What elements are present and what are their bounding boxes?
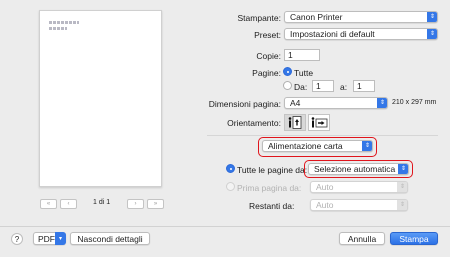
paper-size-label: Dimensioni pagina:	[208, 99, 281, 109]
pages-to-value: 1	[357, 81, 362, 91]
previous-page-button[interactable]: ‹	[60, 199, 77, 209]
help-icon: ?	[14, 234, 20, 244]
pages-label: Pagine:	[252, 68, 281, 78]
pdf-menu-button[interactable]: PDF ▾	[33, 232, 66, 245]
pages-from-label: Da:	[294, 82, 308, 92]
next-page-button[interactable]: ›	[127, 199, 144, 209]
preview-text-line	[49, 27, 67, 30]
landscape-orientation-icon	[311, 117, 328, 128]
orientation-label: Orientamento:	[227, 118, 281, 128]
remaining-from-value: Auto	[316, 200, 334, 210]
last-page-button[interactable]: »	[147, 199, 164, 209]
page-preview	[39, 10, 162, 187]
pages-to-field[interactable]: 1	[353, 80, 375, 92]
copies-label: Copie:	[256, 51, 281, 61]
all-pages-from-label: Tutte le pagine da:	[237, 165, 308, 175]
printer-value: Canon Printer	[290, 12, 343, 22]
section-select[interactable]: Alimentazione carta ⇕	[262, 140, 373, 152]
copies-value: 1	[288, 50, 293, 60]
first-page-from-radio[interactable]	[226, 182, 235, 191]
chevrons-updown-icon: ⇕	[398, 164, 408, 174]
footer-divider	[0, 226, 450, 227]
portrait-orientation-button[interactable]	[284, 114, 306, 131]
all-pages-from-value: Selezione automatica	[314, 164, 396, 174]
paper-size-value: A4	[290, 98, 301, 108]
preview-text-line	[49, 21, 79, 24]
pages-from-value: 1	[316, 81, 321, 91]
section-divider	[207, 135, 438, 136]
pages-all-radio[interactable]	[283, 67, 292, 76]
chevrons-updown-icon: ⇕	[377, 98, 387, 108]
chevrons-updown-icon: ⇕	[397, 200, 407, 210]
remaining-from-label: Restanti da:	[249, 201, 295, 211]
help-button[interactable]: ?	[11, 233, 23, 245]
chevrons-updown-icon: ⇕	[427, 29, 437, 39]
preset-value: Impostazioni di default	[290, 29, 375, 39]
chevrons-updown-icon: ⇕	[427, 12, 437, 22]
portrait-orientation-icon	[288, 116, 302, 129]
cancel-button[interactable]: Annulla	[339, 232, 385, 245]
hide-details-label: Nascondi dettagli	[77, 233, 143, 244]
hide-details-button[interactable]: Nascondi dettagli	[70, 232, 150, 245]
chevrons-updown-icon: ⇕	[397, 182, 407, 192]
pages-to-label: a:	[340, 82, 348, 92]
chevron-down-icon: ▾	[55, 232, 66, 245]
first-page-from-select[interactable]: Auto ⇕	[310, 181, 408, 193]
first-page-from-label: Prima pagina da:	[237, 183, 302, 193]
chevrons-updown-icon: ⇕	[362, 141, 372, 151]
preset-select[interactable]: Impostazioni di default ⇕	[284, 28, 438, 40]
pages-from-field[interactable]: 1	[312, 80, 334, 92]
printer-select[interactable]: Canon Printer ⇕	[284, 11, 438, 23]
pdf-label: PDF	[38, 233, 55, 244]
section-value: Alimentazione carta	[268, 141, 343, 151]
remaining-from-select[interactable]: Auto ⇕	[310, 199, 408, 211]
page-indicator: 1 di 1	[93, 199, 111, 206]
paper-dimensions: 210 x 297 mm	[392, 99, 437, 106]
pages-range-radio[interactable]	[283, 81, 292, 90]
print-label: Stampa	[399, 233, 429, 244]
paper-size-select[interactable]: A4 ⇕	[284, 97, 388, 109]
preset-label: Preset:	[254, 30, 281, 40]
pages-all-label: Tutte	[294, 68, 314, 78]
print-button[interactable]: Stampa	[390, 232, 438, 245]
cancel-label: Annulla	[347, 233, 377, 244]
all-pages-from-select[interactable]: Selezione automatica ⇕	[308, 163, 409, 175]
copies-field[interactable]: 1	[284, 49, 320, 61]
landscape-orientation-button[interactable]	[308, 114, 330, 131]
printer-label: Stampante:	[237, 13, 281, 23]
first-page-button[interactable]: «	[40, 199, 57, 209]
all-pages-from-radio[interactable]	[226, 164, 235, 173]
first-page-from-value: Auto	[316, 182, 334, 192]
